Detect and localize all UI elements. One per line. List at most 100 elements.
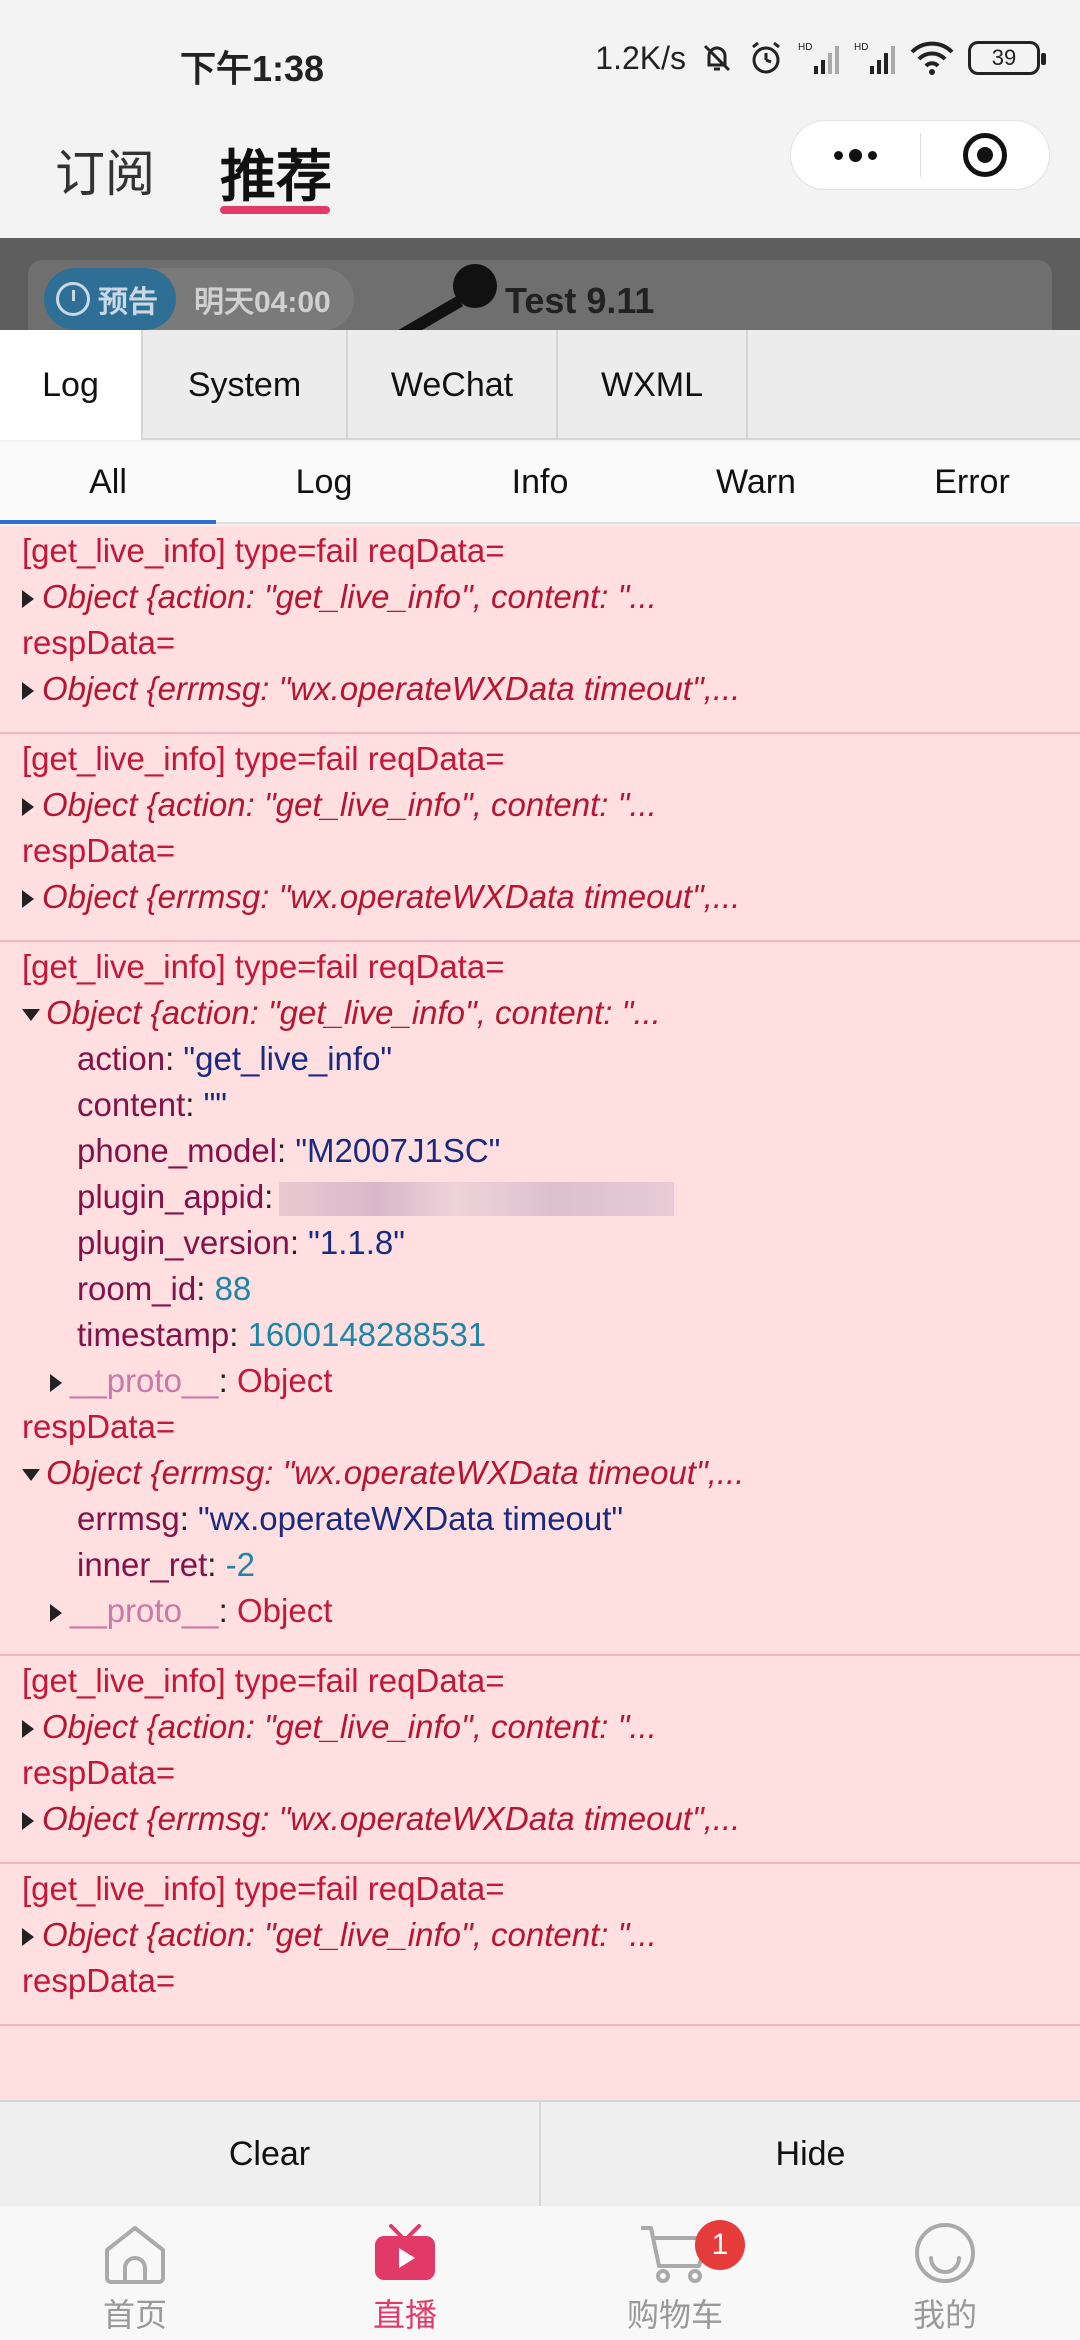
req-summary: Object {action: "get_live_info", content… (46, 994, 661, 1031)
resp-label: respData= (22, 1408, 176, 1445)
nav-live-label: 直播 (372, 2297, 437, 2333)
signal-icon-1: HD (798, 38, 840, 78)
more-dots-icon (833, 148, 877, 162)
req-summary: Object {action: "get_live_info", content… (42, 578, 657, 615)
subtab-log[interactable]: Log (216, 442, 432, 522)
resp-label: respData= (22, 1754, 176, 1791)
prop-phone-model: phone_model: "M2007J1SC" (77, 1132, 501, 1169)
nav-me[interactable]: 我的 (810, 2206, 1080, 2340)
clock-icon (56, 282, 90, 316)
expand-arrow-icon (22, 798, 34, 817)
status-time: 下午1:38 (180, 48, 325, 89)
preview-label-text: 预告 (98, 286, 158, 319)
nav-cart[interactable]: 1 购物车 (540, 2206, 810, 2340)
resp-summary: Object {errmsg: "wx.operateWXData timeou… (42, 670, 741, 707)
collapse-arrow-icon (22, 1469, 40, 1482)
expand-arrow-icon (50, 1374, 62, 1393)
log-entry: [get_live_info] type=fail reqData= Objec… (0, 1864, 1080, 2026)
nav-home[interactable]: 首页 (0, 2206, 270, 2340)
resp-proto-toggle[interactable]: __proto__: Object (22, 1588, 1058, 1634)
prop-errmsg: errmsg: "wx.operateWXData timeout" (77, 1500, 624, 1537)
clear-button[interactable]: Clear (0, 2102, 539, 2206)
prop-inner-ret: inner_ret: -2 (77, 1546, 255, 1583)
prop-room-id: room_id: 88 (77, 1270, 252, 1307)
prop-plugin-appid: plugin_appid: (22, 1174, 1058, 1220)
redacted-value (279, 1182, 675, 1217)
subtab-error[interactable]: Error (864, 442, 1080, 522)
close-miniprogram-button[interactable] (921, 121, 1050, 189)
live-card-strip: 预告 明天04:00 Test 9.11 (0, 238, 1080, 330)
log-head: [get_live_info] type=fail reqData= (22, 948, 505, 985)
log-entry: [get_live_info] type=fail reqData= Objec… (0, 526, 1080, 734)
home-icon (105, 2226, 165, 2284)
vconsole-footer: Clear Hide (0, 2100, 1080, 2206)
tab-wxml[interactable]: WXML (558, 330, 748, 440)
log-head: [get_live_info] type=fail reqData= (22, 532, 505, 569)
nav-live[interactable]: 直播 (270, 2206, 540, 2340)
resp-label: respData= (22, 1962, 176, 1999)
expand-arrow-icon (22, 1812, 34, 1831)
expand-arrow-icon (22, 590, 34, 609)
prop-content: content: "" (77, 1086, 228, 1123)
req-object-toggle[interactable]: Object {action: "get_live_info", content… (22, 1704, 1058, 1750)
req-object-toggle[interactable]: Object {action: "get_live_info", content… (22, 782, 1058, 828)
tab-recommend[interactable]: 推荐 (220, 132, 332, 213)
resp-label: respData= (22, 832, 176, 869)
req-object-toggle[interactable]: Object {action: "get_live_info", content… (22, 990, 1058, 1036)
prop-timestamp: timestamp: 1600148288531 (77, 1316, 487, 1353)
resp-summary: Object {errmsg: "wx.operateWXData timeou… (42, 1800, 741, 1837)
tab-log[interactable]: Log (0, 330, 143, 440)
signal-icon-2: HD (854, 38, 896, 78)
nav-home-label: 首页 (102, 2297, 167, 2333)
network-speed: 1.2K/s (595, 39, 686, 76)
hide-button[interactable]: Hide (539, 2102, 1080, 2206)
smile-icon (915, 2223, 975, 2283)
tab-wechat[interactable]: WeChat (348, 330, 558, 440)
resp-summary: Object {errmsg: "wx.operateWXData timeou… (46, 1454, 745, 1491)
alarm-icon (748, 38, 784, 78)
bottom-nav: 首页 直播 1 购物车 我的 (0, 2206, 1080, 2340)
vconsole-tabs: Log System WeChat WXML (0, 330, 1080, 440)
req-summary: Object {action: "get_live_info", content… (42, 1708, 657, 1745)
tab-system[interactable]: System (143, 330, 348, 440)
mute-bell-icon (700, 38, 734, 78)
log-entry: [get_live_info] type=fail reqData= Objec… (0, 734, 1080, 942)
wifi-icon (910, 38, 954, 78)
expand-arrow-icon (22, 890, 34, 909)
svg-text:HD: HD (854, 42, 868, 53)
req-summary: Object {action: "get_live_info", content… (42, 786, 657, 823)
battery-icon: 39 (968, 41, 1046, 75)
preview-time: 明天04:00 (194, 286, 331, 319)
expand-arrow-icon (22, 682, 34, 701)
resp-object-toggle[interactable]: Object {errmsg: "wx.operateWXData timeou… (22, 1450, 1058, 1496)
resp-summary: Object {errmsg: "wx.operateWXData timeou… (42, 878, 741, 915)
expand-arrow-icon (22, 1720, 34, 1739)
status-bar: 下午1:38 1.2K/s HD HD 39 (0, 0, 1080, 120)
subtab-all[interactable]: All (0, 442, 216, 524)
collapse-arrow-icon (22, 1009, 40, 1022)
expand-arrow-icon (22, 1928, 34, 1947)
subtab-info[interactable]: Info (432, 442, 648, 522)
req-object-toggle[interactable]: Object {action: "get_live_info", content… (22, 574, 1058, 620)
preview-badge: 预告 明天04:00 (44, 268, 354, 330)
tab-active-indicator (220, 206, 330, 214)
subtab-warn[interactable]: Warn (648, 442, 864, 522)
miniprogram-capsule (790, 120, 1050, 190)
req-proto-toggle[interactable]: __proto__: Object (22, 1358, 1058, 1404)
req-summary: Object {action: "get_live_info", content… (42, 1916, 657, 1953)
svg-text:HD: HD (798, 42, 812, 53)
log-list[interactable]: [get_live_info] type=fail reqData= Objec… (0, 526, 1080, 2100)
resp-object-toggle[interactable]: Object {errmsg: "wx.operateWXData timeou… (22, 1796, 1058, 1842)
log-entry-expanded: [get_live_info] type=fail reqData= Objec… (0, 942, 1080, 1656)
req-object-toggle[interactable]: Object {action: "get_live_info", content… (22, 1912, 1058, 1958)
resp-object-toggle[interactable]: Object {errmsg: "wx.operateWXData timeou… (22, 666, 1058, 712)
more-button[interactable] (791, 121, 920, 189)
expand-arrow-icon (50, 1604, 62, 1623)
microphone-icon (398, 264, 497, 330)
status-icons: 1.2K/s HD HD 39 (595, 38, 1046, 78)
prop-action: action: "get_live_info" (77, 1040, 393, 1077)
resp-object-toggle[interactable]: Object {errmsg: "wx.operateWXData timeou… (22, 874, 1058, 920)
tab-subscribe[interactable]: 订阅 (55, 134, 155, 206)
nav-cart-label: 购物车 (626, 2297, 723, 2333)
nav-me-label: 我的 (912, 2297, 977, 2333)
